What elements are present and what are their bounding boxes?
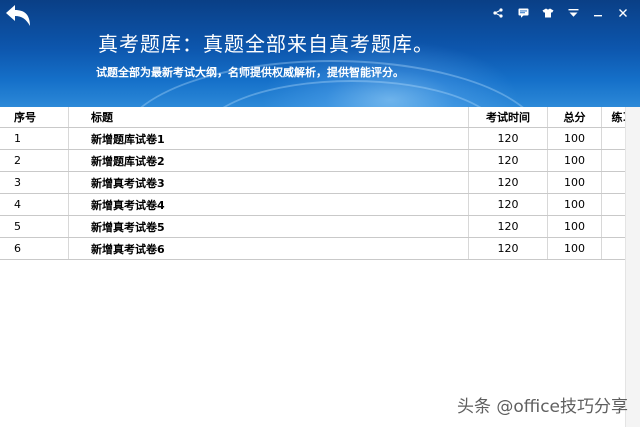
row-title: 新增真考试卷4 <box>68 193 469 216</box>
row-time: 120 <box>468 237 548 260</box>
row-index: 1 <box>0 127 69 150</box>
table-row[interactable]: 1 新增题库试卷1 120 100 0 <box>0 127 640 150</box>
row-score: 100 <box>547 127 602 150</box>
row-time: 120 <box>468 127 548 150</box>
menu-button[interactable] <box>566 6 580 20</box>
dropdown-icon <box>568 9 578 17</box>
close-icon <box>619 9 627 17</box>
chat-button[interactable] <box>516 6 530 20</box>
row-index: 5 <box>0 215 69 238</box>
chat-icon <box>518 8 528 18</box>
row-score: 100 <box>547 193 602 216</box>
row-title: 新增真考试卷3 <box>68 171 469 194</box>
table-row[interactable]: 2 新增题库试卷2 120 100 0 <box>0 149 640 172</box>
table-row[interactable]: 6 新增真考试卷6 120 100 5 <box>0 237 640 260</box>
row-time: 120 <box>468 171 548 194</box>
table-row[interactable]: 5 新增真考试卷5 120 100 3 <box>0 215 640 238</box>
row-title: 新增真考试卷5 <box>68 215 469 238</box>
row-time: 120 <box>468 193 548 216</box>
column-header-score[interactable]: 总分 <box>547 107 602 128</box>
row-title: 新增题库试卷1 <box>68 127 469 150</box>
row-index: 4 <box>0 193 69 216</box>
table-row[interactable]: 3 新增真考试卷3 120 100 0 <box>0 171 640 194</box>
row-time: 120 <box>468 215 548 238</box>
back-arrow-icon <box>6 5 30 26</box>
row-index: 2 <box>0 149 69 172</box>
row-score: 100 <box>547 215 602 238</box>
row-title: 新增题库试卷2 <box>68 149 469 172</box>
watermark: 头条 @office技巧分享 <box>456 397 628 417</box>
page-title: 真考题库：真题全部来自真考题库。 <box>98 32 434 56</box>
row-time: 120 <box>468 149 548 172</box>
header-banner: 真考题库：真题全部来自真考题库。 试题全部为最新考试大纲，名师提供权威解析，提供… <box>0 0 640 107</box>
page-subtitle: 试题全部为最新考试大纲，名师提供权威解析，提供智能评分。 <box>96 66 404 79</box>
table-header-row: 序号 标题 考试时间 总分 练习次数 <box>0 107 640 128</box>
back-button[interactable] <box>2 2 36 30</box>
vertical-scrollbar[interactable] <box>625 107 640 427</box>
row-score: 100 <box>547 237 602 260</box>
row-score: 100 <box>547 149 602 172</box>
exam-table: 序号 标题 考试时间 总分 练习次数 1 新增题库试卷1 120 100 0 2… <box>0 107 640 260</box>
close-button[interactable] <box>616 6 630 20</box>
column-header-time[interactable]: 考试时间 <box>468 107 548 128</box>
row-index: 3 <box>0 171 69 194</box>
table-row[interactable]: 4 新增真考试卷4 120 100 7 <box>0 193 640 216</box>
column-header-title[interactable]: 标题 <box>68 107 469 128</box>
share-icon <box>493 8 503 18</box>
shirt-icon <box>542 8 554 18</box>
minimize-icon <box>594 15 602 17</box>
skin-button[interactable] <box>541 6 555 20</box>
share-button[interactable] <box>491 6 505 20</box>
minimize-button[interactable] <box>591 6 605 20</box>
row-score: 100 <box>547 171 602 194</box>
window-toolbar <box>491 6 630 20</box>
column-header-index[interactable]: 序号 <box>0 107 69 128</box>
row-index: 6 <box>0 237 69 260</box>
row-title: 新增真考试卷6 <box>68 237 469 260</box>
